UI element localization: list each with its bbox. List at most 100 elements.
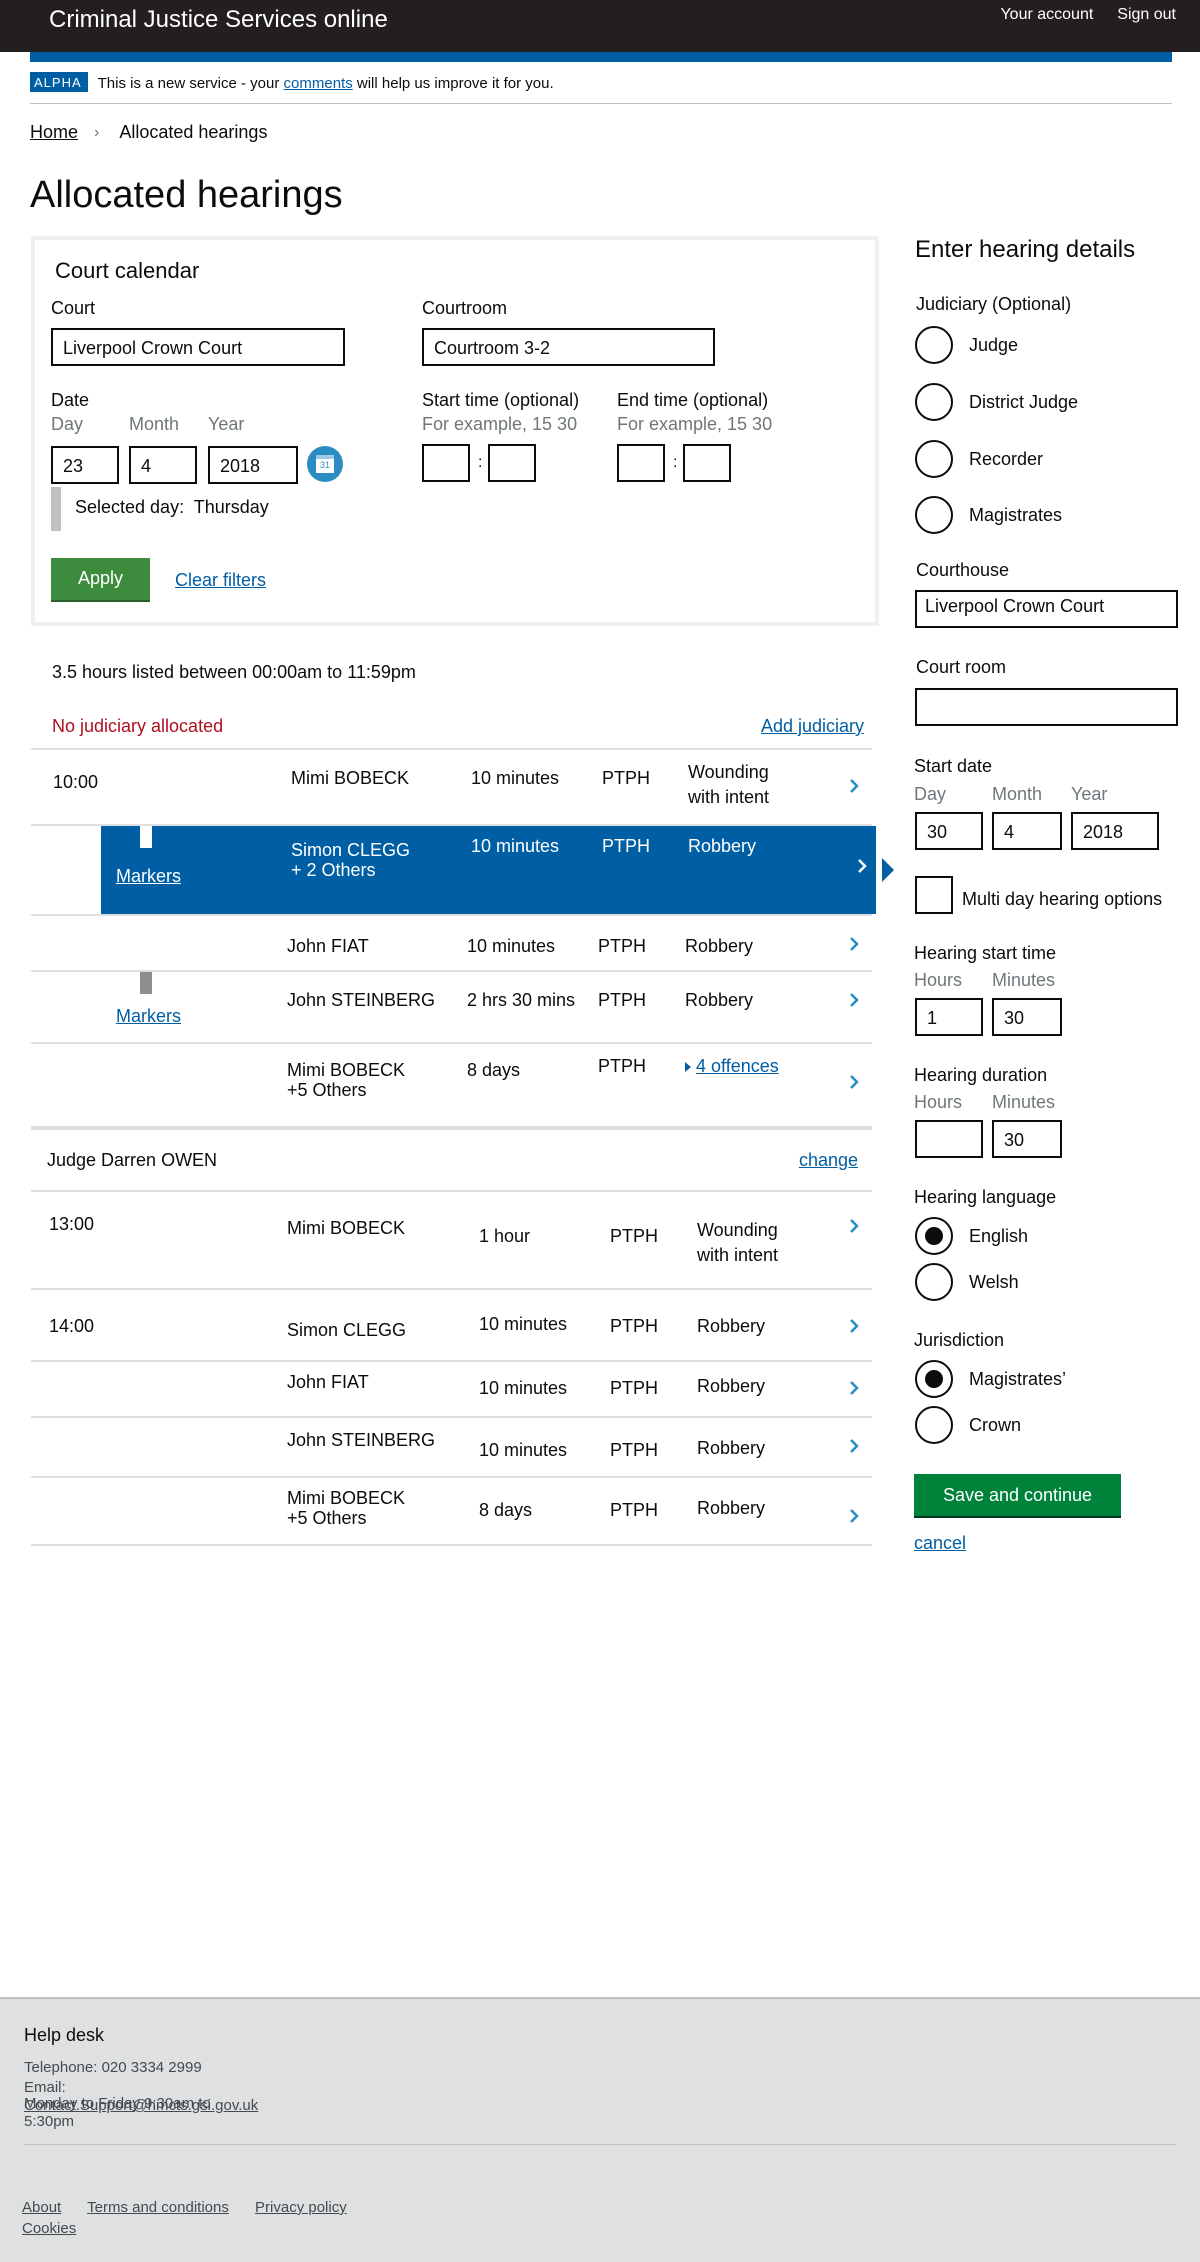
courtroom-input[interactable]: Courtroom 3-2: [422, 328, 715, 366]
alpha-tag: ALPHA: [30, 72, 88, 92]
save-and-continue-button[interactable]: Save and continue: [914, 1474, 1121, 1516]
language-option-english[interactable]: English: [915, 1217, 1028, 1255]
language-label: Hearing language: [914, 1187, 1057, 1207]
sign-out-link[interactable]: Sign out: [1117, 6, 1176, 24]
hearing-row[interactable]: 13:00 Mimi BOBECK 1 hour PTPH Wounding w…: [31, 1192, 872, 1290]
clear-filters-link[interactable]: Clear filters: [175, 570, 266, 591]
site-footer: Help desk Telephone: 020 3334 2999 Email…: [0, 1997, 1200, 2262]
calendar-icon[interactable]: 31: [307, 446, 343, 482]
radio-icon: [915, 326, 953, 364]
help-desk-hours: Monday to Friday 9:30am to: [24, 2095, 211, 2112]
start-time-label: Start time (optional): [422, 390, 580, 410]
start-time-colon: :: [478, 454, 483, 471]
radio-icon: [915, 496, 953, 534]
judiciary-option-district-judge[interactable]: District Judge: [915, 383, 1078, 421]
markers-link[interactable]: Markers: [116, 1006, 181, 1027]
start-month-input[interactable]: 4: [992, 812, 1062, 850]
hearing-row[interactable]: Mimi BOBECK +5 Others 8 days PTPH Robber…: [31, 1478, 872, 1546]
chevron-right-icon[interactable]: [846, 1380, 862, 1396]
court-label: Court: [51, 298, 96, 318]
court-input[interactable]: Liverpool Crown Court: [51, 328, 345, 366]
judiciary-option-magistrates[interactable]: Magistrates: [915, 496, 1062, 534]
start-time-hint: For example, 15 30: [422, 414, 578, 434]
end-time-colon: :: [673, 454, 678, 471]
duration-minutes-input[interactable]: 30: [992, 1120, 1062, 1158]
site-header: Criminal Justice Services online Your ac…: [0, 0, 1200, 52]
date-month-input[interactable]: 4: [129, 446, 197, 484]
chevron-right-icon[interactable]: [846, 778, 862, 794]
breadcrumb-home[interactable]: Home: [30, 122, 78, 143]
duration-hours-input[interactable]: [915, 1120, 983, 1158]
comments-link[interactable]: comments: [284, 75, 353, 92]
selected-day: Selected day: Thursday: [51, 487, 269, 531]
your-account-link[interactable]: Your account: [1000, 6, 1093, 24]
page-title: Allocated hearings: [30, 174, 343, 216]
footer-link-about[interactable]: About: [22, 2199, 61, 2216]
chevron-right-icon[interactable]: [846, 1218, 862, 1234]
chevron-right-icon[interactable]: [846, 1508, 862, 1524]
judiciary-label: Judiciary (Optional): [916, 294, 1072, 314]
end-time-label: End time (optional): [617, 390, 769, 410]
radio-icon: [915, 383, 953, 421]
start-time-hours-input[interactable]: 1: [915, 998, 983, 1036]
markers-link[interactable]: Markers: [116, 866, 181, 887]
minutes-hint: Minutes: [992, 1092, 1056, 1112]
jurisdiction-option-crown[interactable]: Crown: [915, 1406, 1021, 1444]
chevron-right-icon[interactable]: [854, 858, 870, 874]
courthouse-input[interactable]: Liverpool Crown Court: [915, 590, 1178, 628]
footer-link-privacy[interactable]: Privacy policy: [255, 2199, 347, 2216]
start-minutes-input[interactable]: [488, 444, 536, 482]
start-hours-input[interactable]: [422, 444, 470, 482]
hearing-row[interactable]: 10:00 Mimi BOBECK 10 minutes PTPH Woundi…: [31, 748, 872, 826]
date-year-input[interactable]: 2018: [208, 446, 298, 484]
no-judiciary-warning: No judiciary allocated: [52, 716, 224, 736]
judiciary-option-recorder[interactable]: Recorder: [915, 440, 1043, 478]
chevron-right-icon[interactable]: [846, 1074, 862, 1090]
help-desk-hours-end: 5:30pm: [24, 2113, 75, 2130]
end-hours-input[interactable]: [617, 444, 665, 482]
language-option-welsh[interactable]: Welsh: [915, 1263, 1019, 1301]
judiciary-option-judge[interactable]: Judge: [915, 326, 1018, 364]
multi-day-checkbox[interactable]: [915, 876, 953, 914]
hearing-row[interactable]: Markers John STEINBERG 2 hrs 30 mins PTP…: [31, 972, 872, 1044]
chevron-right-icon[interactable]: [846, 992, 862, 1008]
court-room-input[interactable]: [915, 688, 1178, 726]
start-year-input[interactable]: 2018: [1071, 812, 1159, 850]
end-minutes-input[interactable]: [683, 444, 731, 482]
start-time-label: Hearing start time: [914, 943, 1057, 963]
hearing-row-selected[interactable]: Markers Simon CLEGG + 2 Others 10 minute…: [101, 826, 894, 914]
chevron-right-icon[interactable]: [846, 1318, 862, 1334]
radio-selected-icon: [915, 1217, 953, 1255]
add-judiciary-link[interactable]: Add judiciary: [761, 716, 864, 737]
help-desk-heading: Help desk: [24, 2025, 105, 2045]
judge-name: Judge Darren OWEN: [47, 1150, 218, 1170]
apply-button[interactable]: Apply: [51, 558, 150, 600]
chevron-right-icon: ›: [94, 123, 100, 141]
hearing-row[interactable]: Mimi BOBECK +5 Others 8 days PTPH 4 offe…: [31, 1044, 872, 1128]
cancel-link[interactable]: cancel: [914, 1533, 966, 1554]
offences-toggle[interactable]: 4 offences: [685, 1054, 779, 1079]
service-title[interactable]: Criminal Justice Services online: [49, 6, 388, 34]
month-hint: Month: [992, 784, 1043, 804]
hearing-row[interactable]: John FIAT 10 minutes PTPH Robbery: [31, 1362, 872, 1418]
hearing-row[interactable]: John FIAT 10 minutes PTPH Robbery: [31, 914, 872, 972]
hours-hint: Hours: [914, 1092, 963, 1112]
hearing-row[interactable]: 14:00 Simon CLEGG 10 minutes PTPH Robber…: [31, 1290, 872, 1362]
help-desk-email-label: Email:: [24, 2079, 66, 2096]
change-judge-link[interactable]: change: [799, 1150, 858, 1171]
chevron-right-icon[interactable]: [846, 936, 862, 952]
duration-label: Hearing duration: [914, 1065, 1048, 1085]
court-calendar-heading: Court calendar: [55, 258, 200, 283]
footer-link-cookies[interactable]: Cookies: [22, 2220, 76, 2237]
radio-icon: [915, 1263, 953, 1301]
phase-banner: ALPHA This is a new service - your comme…: [30, 70, 1172, 104]
chevron-right-icon[interactable]: [846, 1438, 862, 1454]
jurisdiction-option-magistrates[interactable]: Magistrates’: [915, 1360, 1066, 1398]
court-room-label: Court room: [916, 657, 1007, 677]
footer-link-terms[interactable]: Terms and conditions: [87, 2199, 229, 2216]
date-day-input[interactable]: 23: [51, 446, 119, 484]
start-day-input[interactable]: 30: [915, 812, 983, 850]
start-time-minutes-input[interactable]: 30: [992, 998, 1062, 1036]
footer-divider: [24, 2144, 1176, 2145]
hearing-row[interactable]: John STEINBERG 10 minutes PTPH Robbery: [31, 1418, 872, 1478]
